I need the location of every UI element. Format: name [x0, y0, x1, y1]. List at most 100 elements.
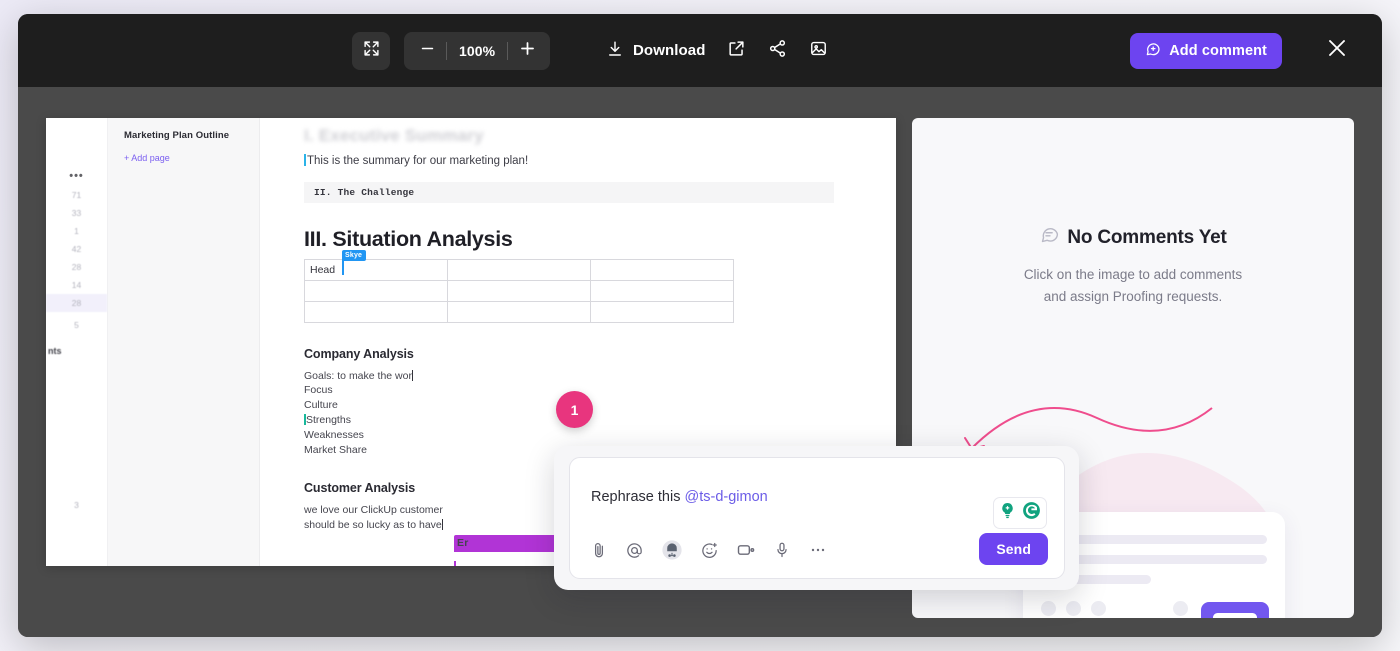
zoom-out-button[interactable]	[408, 32, 446, 70]
download-button[interactable]: Download	[606, 40, 705, 62]
rail-number: 28	[46, 262, 107, 272]
comment-pin-1[interactable]: 1	[556, 391, 593, 428]
rail-number: 5	[46, 320, 107, 330]
fullscreen-button[interactable]	[352, 32, 390, 70]
add-page-button[interactable]: + Add page	[124, 153, 249, 163]
situation-table[interactable]: Head	[304, 259, 734, 323]
modal-body: ••• 71 33 1 42 28 14 28 5 nts 3 Marketin…	[18, 87, 1382, 637]
comment-pin-number: 1	[571, 402, 579, 418]
comment-bubble-icon	[1039, 224, 1060, 251]
list-item-text: Strengths	[306, 414, 351, 426]
zoom-controls: 100%	[404, 32, 550, 70]
grammarly-widget[interactable]	[993, 497, 1047, 529]
table-row: Head	[305, 259, 734, 280]
send-button[interactable]: Send	[979, 533, 1048, 565]
zoom-in-button[interactable]	[508, 32, 546, 70]
insertion-caret-icon	[442, 519, 444, 530]
rail-number: 1	[46, 226, 107, 236]
summary-paragraph: This is the summary for our marketing pl…	[304, 154, 834, 170]
summary-text: This is the summary for our marketing pl…	[307, 155, 528, 167]
table-cell[interactable]	[448, 280, 591, 301]
situation-analysis-heading: III. Situation Analysis	[304, 227, 834, 252]
microphone-icon[interactable]	[773, 541, 791, 559]
skeleton-dot	[1066, 601, 1081, 616]
rail-bottom-number: 3	[46, 500, 107, 510]
mention-icon[interactable]	[625, 541, 644, 560]
empty-state-title-row: No Comments Yet	[912, 224, 1354, 251]
text-caret-icon	[304, 154, 306, 166]
external-link-icon	[727, 39, 746, 63]
table-cell[interactable]	[305, 301, 448, 322]
list-item: Weaknesses	[304, 428, 834, 443]
emoji-icon[interactable]	[700, 541, 719, 560]
list-item: Goals: to make the wor	[304, 369, 834, 384]
table-cell[interactable]	[448, 259, 591, 280]
add-comment-button[interactable]: Add comment	[1130, 33, 1282, 69]
collaborator-cursor-label-skye: Skye	[342, 250, 366, 262]
empty-state-title: No Comments Yet	[1067, 227, 1226, 249]
skeleton-dot	[1041, 601, 1056, 616]
outline-title: Marketing Plan Outline	[124, 130, 249, 141]
more-options-icon[interactable]	[808, 540, 828, 560]
open-external-button[interactable]	[727, 39, 746, 63]
company-analysis-heading: Company Analysis	[304, 347, 834, 361]
table-cell[interactable]	[591, 280, 734, 301]
empty-state-subtitle: Click on the image to add comments and a…	[912, 264, 1354, 308]
skeleton-dot	[1173, 601, 1188, 616]
list-item-text: should be so lucky as to have	[304, 519, 442, 531]
download-label: Download	[633, 42, 705, 59]
image-view-button[interactable]	[809, 39, 828, 63]
rail-number: 14	[46, 280, 107, 290]
code-block: II. The Challenge	[304, 182, 834, 203]
zoom-level-value: 100%	[447, 43, 507, 59]
rail-number: 42	[46, 244, 107, 254]
share-icon	[768, 39, 787, 63]
table-cell[interactable]	[305, 280, 448, 301]
expand-icon	[363, 40, 380, 62]
rail-side-label: nts	[48, 346, 62, 356]
comment-input-text: Rephrase this	[591, 489, 680, 505]
rail-number: 71	[46, 190, 107, 200]
mention-chip[interactable]: @ts-d-gimon	[685, 489, 768, 505]
document-outline-panel: Marketing Plan Outline + Add page	[108, 118, 260, 566]
comment-input[interactable]: Rephrase this @ts-d-gimon	[591, 489, 768, 505]
composer-toolbar	[590, 539, 828, 561]
comment-composer-popup: Rephrase this @ts-d-gimon	[554, 446, 1079, 590]
rail-number: 33	[46, 208, 107, 218]
add-comment-label: Add comment	[1169, 43, 1267, 59]
table-cell[interactable]: Head	[305, 259, 448, 280]
plus-icon	[518, 39, 537, 63]
toolbar-actions: Download	[606, 14, 828, 87]
close-button[interactable]	[1322, 36, 1352, 66]
download-icon	[606, 40, 624, 62]
collaborator-caret	[342, 259, 344, 275]
lightbulb-icon[interactable]	[998, 501, 1017, 525]
minus-icon	[419, 40, 436, 62]
comment-composer: Rephrase this @ts-d-gimon	[569, 457, 1065, 579]
table-cell[interactable]	[448, 301, 591, 322]
skeleton-dot	[1091, 601, 1106, 616]
share-button[interactable]	[768, 39, 787, 63]
view-controls: 100%	[352, 14, 550, 87]
empty-state-subtitle-line1: Click on the image to add comments	[912, 264, 1354, 286]
executive-summary-heading: I. Executive Summary	[304, 126, 834, 146]
proofing-modal: 100% Download	[18, 14, 1382, 637]
image-icon	[809, 39, 828, 63]
table-cell[interactable]	[591, 301, 734, 322]
list-item-text: Goals: to make the wor	[304, 370, 412, 382]
close-icon	[1325, 36, 1349, 65]
add-comment-icon	[1145, 41, 1161, 61]
assign-avatar-icon[interactable]	[661, 539, 683, 561]
table-row	[305, 301, 734, 322]
document-page-rail: ••• 71 33 1 42 28 14 28 5 nts 3	[46, 118, 108, 566]
empty-state-subtitle-line2: and assign Proofing requests.	[912, 286, 1354, 308]
attachment-icon[interactable]	[590, 541, 608, 559]
table-cell[interactable]	[591, 259, 734, 280]
table-row	[305, 280, 734, 301]
skeleton-send-button	[1201, 602, 1269, 618]
modal-toolbar: 100% Download	[18, 14, 1382, 87]
video-icon[interactable]	[736, 540, 756, 560]
grammarly-icon[interactable]	[1021, 500, 1042, 526]
rail-more-icon[interactable]: •••	[46, 170, 107, 182]
insertion-caret-icon	[412, 370, 414, 381]
